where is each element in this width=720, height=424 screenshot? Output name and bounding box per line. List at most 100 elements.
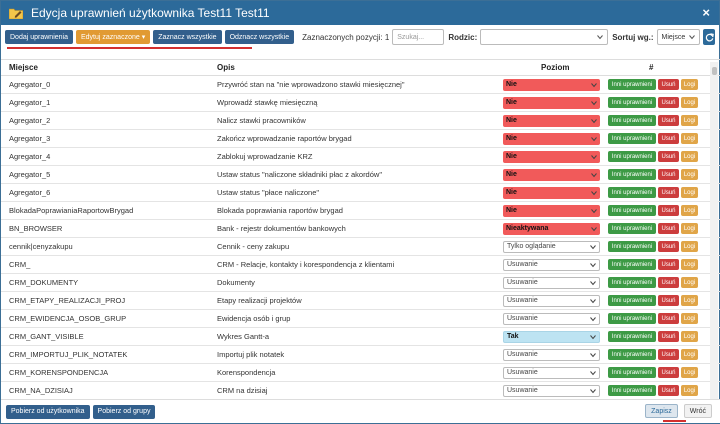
table-row[interactable]: CRM_ CRM - Relacje, kontakty i koresponde…	[1, 256, 720, 274]
level-select[interactable]: Nie	[503, 186, 600, 199]
logs-button[interactable]: Logi	[681, 169, 698, 180]
table-row[interactable]: CRM_IMPORTUJ_PLIK_NOTATEK Importuj plik n…	[1, 346, 720, 364]
table-row[interactable]: Agregator_4 Zablokuj wprowadzanie KRZ Nie I…	[1, 148, 720, 166]
scrollbar[interactable]	[710, 62, 718, 399]
logs-button[interactable]: Logi	[681, 187, 698, 198]
table-row[interactable]: Agregator_3 Zakończ wprowadzanie raportów…	[1, 130, 720, 148]
delete-button[interactable]: Usuń	[658, 151, 679, 162]
logs-button[interactable]: Logi	[681, 133, 698, 144]
delete-button[interactable]: Usuń	[658, 349, 679, 360]
other-authorized-button[interactable]: Inni uprawnieni	[608, 187, 656, 198]
table-row[interactable]: BlokadaPoprawianiaRaportowBrygad Blokada …	[1, 202, 720, 220]
level-select[interactable]: Usuwanie	[503, 312, 600, 325]
add-permissions-button[interactable]: Dodaj uprawnienia	[5, 30, 73, 44]
table-row[interactable]: CRM_KORENSPONDENCJA Korenspondencja Usuwan…	[1, 364, 720, 382]
other-authorized-button[interactable]: Inni uprawnieni	[608, 367, 656, 378]
delete-button[interactable]: Usuń	[658, 79, 679, 90]
level-select[interactable]: Nie	[503, 78, 600, 91]
back-button[interactable]: Wróć	[683, 404, 712, 418]
other-authorized-button[interactable]: Inni uprawnieni	[608, 295, 656, 306]
logs-button[interactable]: Logi	[681, 331, 698, 342]
other-authorized-button[interactable]: Inni uprawnieni	[608, 385, 656, 396]
scrollbar-thumb[interactable]	[712, 67, 717, 75]
logs-button[interactable]: Logi	[681, 241, 698, 252]
level-select[interactable]: Usuwanie	[503, 276, 600, 289]
table-row[interactable]: CRM_DOKUMENTY Dokumenty Usuwanie Inni upraw…	[1, 274, 720, 292]
other-authorized-button[interactable]: Inni uprawnieni	[608, 313, 656, 324]
other-authorized-button[interactable]: Inni uprawnieni	[608, 277, 656, 288]
header-place[interactable]: Miejsce	[9, 63, 209, 72]
level-select[interactable]: Nie	[503, 204, 600, 217]
search-input[interactable]: Szukaj...	[392, 29, 445, 45]
delete-button[interactable]: Usuń	[658, 241, 679, 252]
save-button[interactable]: Zapisz	[645, 404, 678, 418]
other-authorized-button[interactable]: Inni uprawnieni	[608, 151, 656, 162]
logs-button[interactable]: Logi	[681, 277, 698, 288]
table-row[interactable]: cennik|cenyzakupu Cennik - ceny zakupu Tyl…	[1, 238, 720, 256]
other-authorized-button[interactable]: Inni uprawnieni	[608, 79, 656, 90]
delete-button[interactable]: Usuń	[658, 169, 679, 180]
sort-select[interactable]: Miejsce	[656, 29, 701, 45]
table-row[interactable]: CRM_ETAPY_REALIZACJI_PROJ Etapy realizacj…	[1, 292, 720, 310]
delete-button[interactable]: Usuń	[658, 133, 679, 144]
bulk-edit-button[interactable]: Edytuj zaznaczone ▾	[75, 30, 151, 44]
delete-button[interactable]: Usuń	[658, 367, 679, 378]
delete-button[interactable]: Usuń	[658, 295, 679, 306]
other-authorized-button[interactable]: Inni uprawnieni	[608, 115, 656, 126]
logs-button[interactable]: Logi	[681, 367, 698, 378]
table-row[interactable]: BN_BROWSER Bank - rejestr dokumentów bank…	[1, 220, 720, 238]
logs-button[interactable]: Logi	[681, 115, 698, 126]
table-row[interactable]: CRM_GANT_VISIBLE Wykres Gantt-a Tak Inni up…	[1, 328, 720, 346]
level-select[interactable]: Usuwanie	[503, 366, 600, 379]
other-authorized-button[interactable]: Inni uprawnieni	[608, 349, 656, 360]
level-select[interactable]: Nie	[503, 168, 600, 181]
level-select[interactable]: Usuwanie	[503, 294, 600, 307]
delete-button[interactable]: Usuń	[658, 331, 679, 342]
parent-select[interactable]	[480, 29, 609, 45]
delete-button[interactable]: Usuń	[658, 187, 679, 198]
table-row[interactable]: Agregator_6 Ustaw status "płace naliczone…	[1, 184, 720, 202]
level-select[interactable]: Usuwanie	[503, 348, 600, 361]
header-description[interactable]: Opis	[217, 63, 497, 72]
header-level[interactable]: Poziom	[541, 63, 638, 72]
delete-button[interactable]: Usuń	[658, 115, 679, 126]
level-select[interactable]: Nie	[503, 96, 600, 109]
table-row[interactable]: CRM_EWIDENCJA_OSOB_GRUP Ewidencja osób i …	[1, 310, 720, 328]
level-select[interactable]: Tylko oglądanie	[503, 240, 600, 253]
table-row[interactable]: Agregator_1 Wprowadź stawkę miesięczną Nie…	[1, 94, 720, 112]
select-all-button[interactable]: Zaznacz wszystkie	[153, 30, 222, 44]
other-authorized-button[interactable]: Inni uprawnieni	[608, 205, 656, 216]
other-authorized-button[interactable]: Inni uprawnieni	[608, 223, 656, 234]
logs-button[interactable]: Logi	[681, 385, 698, 396]
level-select[interactable]: Usuwanie	[503, 258, 600, 271]
logs-button[interactable]: Logi	[681, 151, 698, 162]
copy-from-user-button[interactable]: Pobierz od użytkownika	[6, 404, 90, 419]
delete-button[interactable]: Usuń	[658, 223, 679, 234]
delete-button[interactable]: Usuń	[658, 259, 679, 270]
table-row[interactable]: Agregator_0 Przywróć stan na "nie wprowad…	[1, 76, 720, 94]
logs-button[interactable]: Logi	[681, 79, 698, 90]
logs-button[interactable]: Logi	[681, 205, 698, 216]
delete-button[interactable]: Usuń	[658, 313, 679, 324]
level-select[interactable]: Nie	[503, 114, 600, 127]
table-row[interactable]: CRM_NA_DZISIAJ CRM na dzisiaj Usuwanie Inni…	[1, 382, 720, 399]
delete-button[interactable]: Usuń	[658, 205, 679, 216]
delete-button[interactable]: Usuń	[658, 97, 679, 108]
level-select[interactable]: Tak	[503, 330, 600, 343]
logs-button[interactable]: Logi	[681, 313, 698, 324]
logs-button[interactable]: Logi	[681, 97, 698, 108]
other-authorized-button[interactable]: Inni uprawnieni	[608, 97, 656, 108]
other-authorized-button[interactable]: Inni uprawnieni	[608, 241, 656, 252]
table-row[interactable]: Agregator_2 Nalicz stawki pracowników Nie I…	[1, 112, 720, 130]
delete-button[interactable]: Usuń	[658, 385, 679, 396]
level-select[interactable]: Nie	[503, 132, 600, 145]
close-icon[interactable]: ×	[702, 6, 710, 19]
level-select[interactable]: Usuwanie	[503, 384, 600, 397]
other-authorized-button[interactable]: Inni uprawnieni	[608, 133, 656, 144]
delete-button[interactable]: Usuń	[658, 277, 679, 288]
other-authorized-button[interactable]: Inni uprawnieni	[608, 169, 656, 180]
refresh-icon[interactable]	[703, 29, 715, 45]
logs-button[interactable]: Logi	[681, 223, 698, 234]
deselect-all-button[interactable]: Odznacz wszystkie	[224, 30, 295, 44]
level-select[interactable]: Nieaktywana	[503, 222, 600, 235]
